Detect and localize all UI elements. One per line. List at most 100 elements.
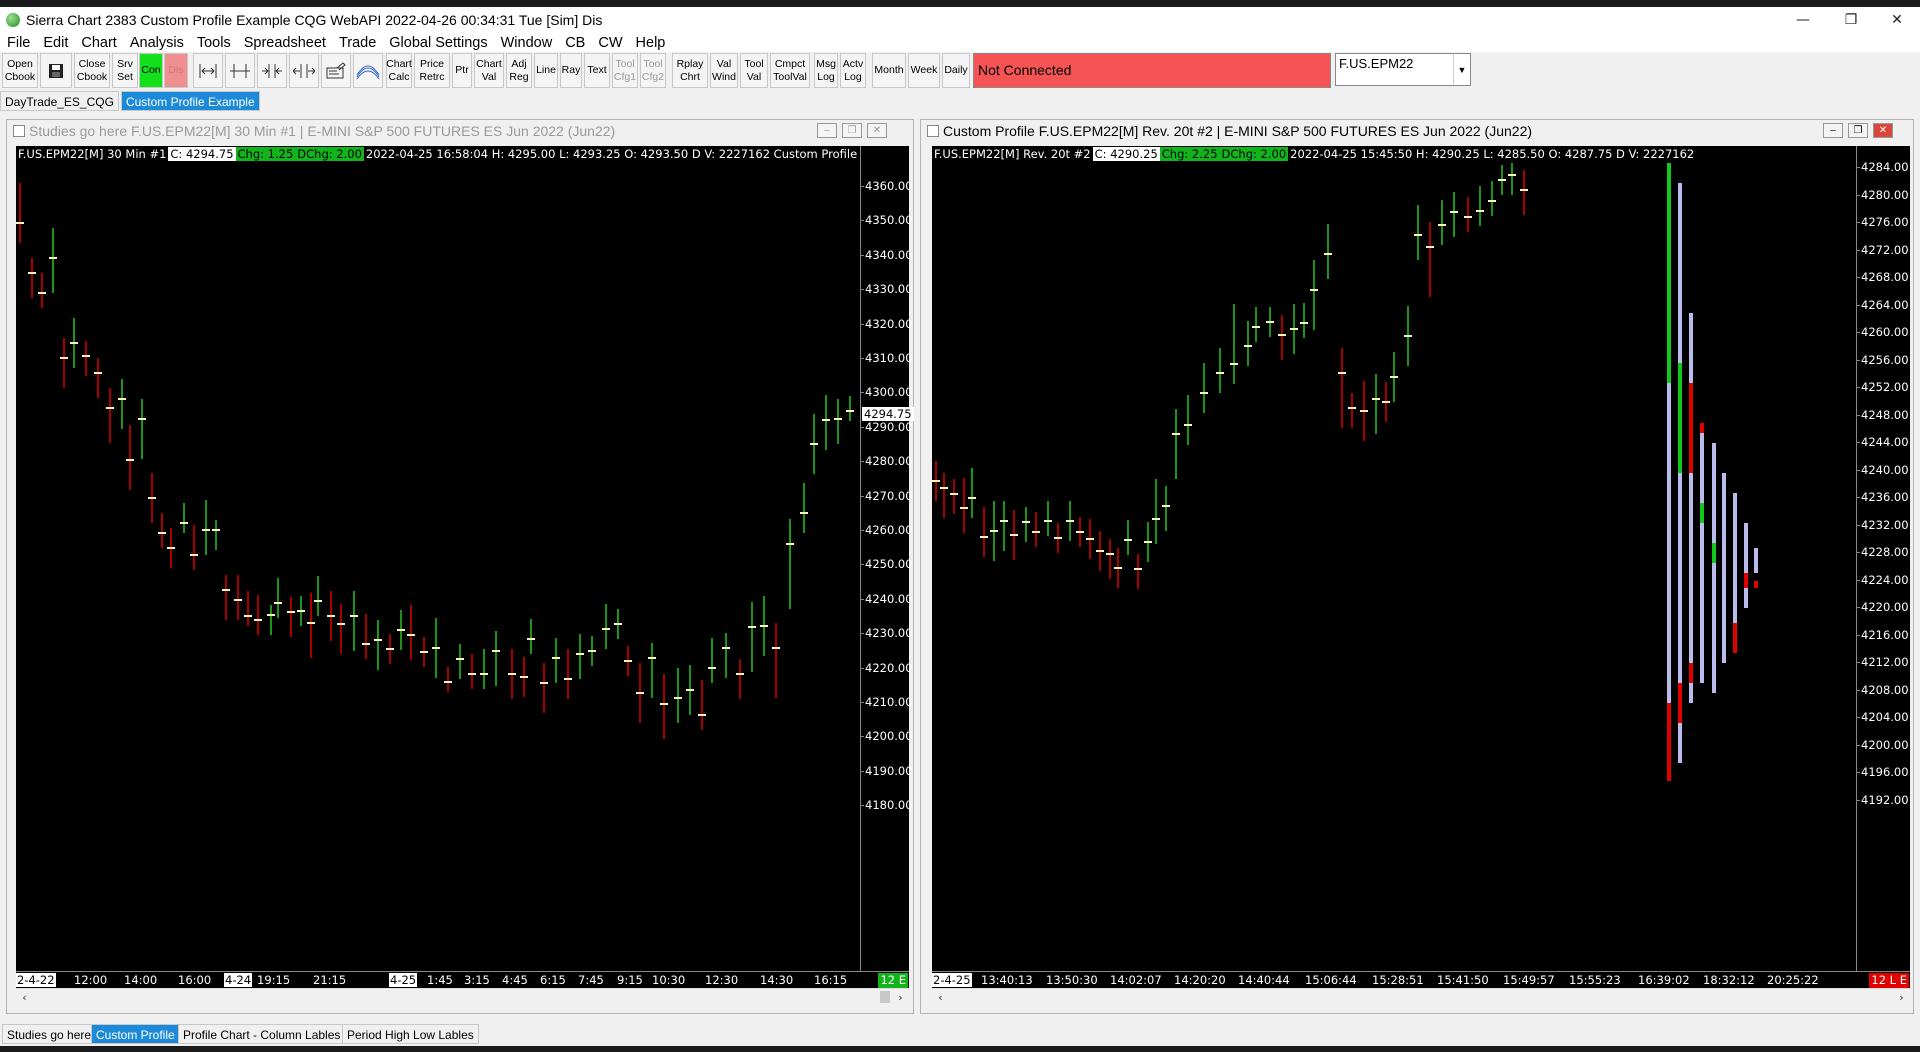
right-close-button[interactable]: ✕ — [1873, 123, 1893, 138]
left-dchg-value: DChg: 2.00 — [295, 147, 364, 161]
tool-values-button[interactable]: Tool Val — [740, 53, 768, 88]
menu-window[interactable]: Window — [494, 35, 559, 51]
values-window-button[interactable]: Val Wind — [710, 53, 738, 88]
left-close-button[interactable]: ✕ — [867, 123, 887, 138]
right-chart-area[interactable]: F.US.EPM22[M] Rev. 20t #2 C: 4290.25 Chg: … — [932, 146, 1910, 988]
scroll-right-icon[interactable]: › — [892, 989, 909, 1006]
menu-bar: File Edit Chart Analysis Tools Spreadshe… — [0, 33, 1920, 52]
connect-button[interactable]: Con — [139, 53, 163, 88]
menu-spreadsheet[interactable]: Spreadsheet — [237, 35, 332, 51]
message-log-button[interactable]: Msg Log — [814, 53, 838, 88]
tab-daytrade-es-cqg[interactable]: DayTrade_ES_CQG — [0, 91, 119, 111]
left-maximize-button[interactable]: ❐ — [842, 123, 862, 138]
bottom-tab-profile-chart-column-lables[interactable]: Profile Chart - Column Lables — [178, 1024, 346, 1044]
disconnect-button[interactable]: Dis — [164, 53, 188, 88]
left-scroll-thumb[interactable] — [880, 991, 890, 1003]
time-tick-label: 16:15 — [814, 973, 848, 987]
right-chart-title[interactable]: Custom Profile F.US.EPM22[M] Rev. 20t #2… — [921, 120, 1913, 142]
right-price-axis[interactable]: 4284.00 4280.00 4276.00 4272.00 4268.00 4264.… — [1856, 146, 1911, 971]
menu-analysis[interactable]: Analysis — [123, 35, 190, 51]
price-tick-label: 4200.00 — [1856, 737, 1909, 752]
open-chartbook-button[interactable]: Open Cbook — [2, 53, 38, 88]
close-chartbook-button[interactable]: Close Cbook — [74, 53, 110, 88]
menu-trade[interactable]: Trade — [332, 35, 382, 51]
zoom-out-button[interactable] — [225, 53, 255, 88]
price-tick-label: 4192.00 — [1856, 792, 1909, 807]
chart-settings-button[interactable] — [321, 53, 351, 88]
scroll-left-icon[interactable]: ‹ — [16, 989, 33, 1006]
studies-button[interactable] — [353, 53, 383, 88]
save-icon — [49, 63, 63, 78]
connection-status: Not Connected — [973, 53, 1331, 88]
zoom-in-button[interactable] — [193, 53, 223, 88]
price-tick-label: 4280.00 — [860, 454, 913, 469]
right-price-bars — [932, 163, 1758, 781]
replay-chart-button[interactable]: Rplay Chrt — [672, 53, 708, 88]
bottom-tab-period-high-low-lables[interactable]: Period High Low Lables — [342, 1024, 479, 1044]
menu-global-settings[interactable]: Global Settings — [382, 35, 493, 51]
save-button[interactable] — [40, 53, 72, 88]
compact-tool-values-button[interactable]: Cmpct ToolVal — [770, 53, 810, 88]
price-tick-label: 4212.00 — [1856, 655, 1909, 669]
screen-bottom-edge — [0, 1046, 1920, 1052]
adjust-region-button[interactable]: Adj Reg — [506, 53, 532, 88]
right-scroll-track[interactable] — [950, 991, 1888, 1003]
menu-cb[interactable]: CB — [558, 35, 591, 51]
scale-in-button[interactable] — [257, 53, 287, 88]
time-tick-label: 1:45 — [427, 973, 453, 987]
month-button[interactable]: Month — [872, 53, 906, 88]
menu-file[interactable]: File — [0, 35, 36, 51]
maximize-button[interactable]: ❐ — [1828, 7, 1874, 33]
minimize-button[interactable]: — — [1780, 7, 1826, 33]
price-tick-label: 4224.00 — [1856, 572, 1909, 587]
left-chart-area[interactable]: F.US.EPM22[M] 30 Min #1 C: 4294.75 Chg: 1.… — [16, 146, 914, 989]
menu-chart[interactable]: Chart — [74, 35, 122, 51]
scroll-left-icon[interactable]: ‹ — [932, 989, 949, 1006]
daily-button[interactable]: Daily — [942, 53, 970, 88]
close-button[interactable]: ✕ — [1874, 7, 1920, 33]
menu-help[interactable]: Help — [629, 35, 672, 51]
tool-config-1-button[interactable]: Tool Cfg1 — [612, 53, 638, 88]
right-maximize-button[interactable]: ❐ — [1848, 123, 1868, 138]
chevron-down-icon[interactable]: ▼ — [1453, 54, 1470, 85]
price-tick-label: 4360.00 — [860, 179, 913, 193]
left-time-axis[interactable]: 12 E 2-4-22 12:00 14:00 16:00 4-24 19:15 21:15… — [16, 971, 909, 989]
bottom-tab-studies-go-here[interactable]: Studies go here — [2, 1024, 97, 1044]
ray-tool-button[interactable]: Ray — [560, 53, 582, 88]
left-price-axis[interactable]: 4294.75 4360.00 4350.00 4340.00 4330.00 4320… — [860, 146, 914, 971]
price-tick-label: 4196.00 — [1856, 765, 1909, 779]
right-horizontal-scrollbar[interactable]: ‹ › — [932, 988, 1910, 1006]
scale-out-button[interactable] — [289, 53, 319, 88]
price-retrace-button[interactable]: Price Retrc — [414, 53, 450, 88]
left-chart-title[interactable]: Studies go here F.US.EPM22[M] 30 Min #1 … — [7, 120, 913, 142]
week-button[interactable]: Week — [908, 53, 940, 88]
pointer-tool-button[interactable]: Ptr — [452, 53, 472, 88]
chart-settings-icon — [326, 61, 346, 78]
server-settings-button[interactable]: Srv Set — [112, 53, 138, 88]
symbol-select[interactable]: F.US.EPM22 ▼ — [1335, 53, 1471, 86]
price-tick-label: 4350.00 — [860, 213, 913, 228]
left-horizontal-scrollbar[interactable]: ‹ › — [16, 988, 909, 1006]
chart-calc-button[interactable]: Chart Calc — [386, 53, 412, 88]
price-tick-label: 4228.00 — [1856, 545, 1909, 559]
price-tick-label: 4340.00 — [860, 247, 913, 262]
right-chart-title-text: Custom Profile F.US.EPM22[M] Rev. 20t #2… — [943, 123, 1533, 139]
right-time-axis[interactable]: 12 L E 2-4-25 13:40:13 13:50:30 14:02:07 14:… — [932, 971, 1910, 989]
text-tool-button[interactable]: Text — [584, 53, 610, 88]
time-tick-label: 6:15 — [540, 973, 566, 987]
tab-custom-profile-example[interactable]: Custom Profile Example — [120, 91, 260, 111]
menu-cw[interactable]: CW — [591, 35, 628, 51]
activity-log-button[interactable]: Actv Log — [840, 53, 866, 88]
line-tool-button[interactable]: Line — [534, 53, 558, 88]
price-tick-label: 4248.00 — [1856, 407, 1909, 422]
right-minimize-button[interactable]: – — [1823, 123, 1843, 138]
left-minimize-button[interactable]: – — [817, 123, 837, 138]
tool-config-2-button[interactable]: Tool Cfg2 — [640, 53, 666, 88]
price-tick-label: 4320.00 — [860, 316, 913, 331]
bottom-tab-custom-profile[interactable]: Custom Profile — [91, 1024, 180, 1044]
menu-edit[interactable]: Edit — [36, 35, 74, 51]
menu-tools[interactable]: Tools — [190, 35, 237, 51]
left-chart-window: Studies go here F.US.EPM22[M] 30 Min #1 … — [6, 119, 914, 1014]
scroll-right-icon[interactable]: › — [1893, 989, 1910, 1006]
chart-values-button[interactable]: Chart Val — [474, 53, 504, 88]
